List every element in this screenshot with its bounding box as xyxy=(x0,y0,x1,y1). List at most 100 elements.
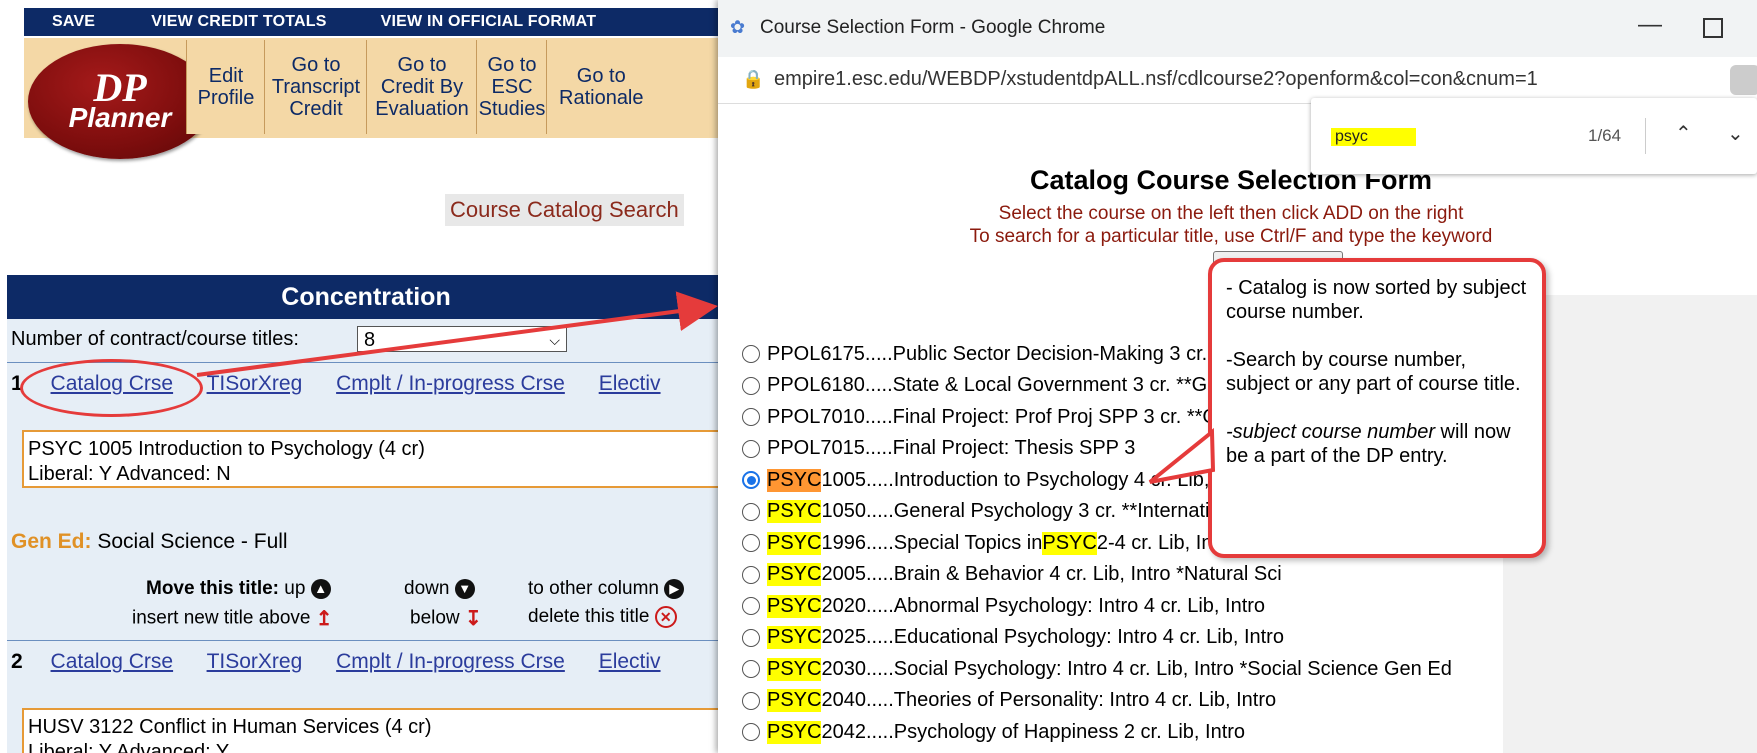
cmplt-in-progress-link[interactable]: Cmplt / In-progress Crse xyxy=(336,650,565,673)
instruction-1: Select the course on the left then click… xyxy=(998,203,1464,224)
radio-button[interactable] xyxy=(742,408,760,426)
course-option[interactable]: PSYC 2040.....Theories of Personality: I… xyxy=(742,686,1276,716)
course-subject: PSYC xyxy=(767,657,822,681)
course-option[interactable]: PSYC 2020.....Abnormal Psychology: Intro… xyxy=(742,591,1265,621)
find-count: 1/64 xyxy=(1588,126,1622,145)
callout-emphasis: -subject course number xyxy=(1226,421,1435,443)
course-entry-detail: Liberal: Y Advanced: N xyxy=(28,463,231,485)
gen-ed-value: Social Science - Full xyxy=(97,530,288,553)
course-entry-1[interactable]: PSYC 1005 Introduction to Psychology (4 … xyxy=(22,430,725,488)
move-other-column: to other column ▶ xyxy=(528,578,685,600)
course-subject: PSYC xyxy=(767,689,822,712)
delete-x-icon[interactable]: ✕ xyxy=(654,606,677,628)
course-catalog-search-link[interactable]: Course Catalog Search xyxy=(445,194,684,226)
radio-button[interactable] xyxy=(742,723,760,741)
maximize-icon[interactable] xyxy=(1703,18,1723,38)
divider xyxy=(7,640,725,641)
radio-button[interactable] xyxy=(742,502,760,521)
titles-count-select[interactable]: 8 ⌵ xyxy=(357,326,567,352)
course-entry-title: PSYC 1005 Introduction to Psychology (4 … xyxy=(28,438,425,460)
lock-icon: 🔒 xyxy=(742,69,765,89)
elective-link[interactable]: Electiv xyxy=(599,372,661,395)
title-row-2-links: 2 Catalog Crse TISorXreg Cmplt / In-prog… xyxy=(11,650,689,674)
insert-below-label: below xyxy=(410,607,460,629)
arrow-up-icon[interactable]: ▲ xyxy=(310,578,331,599)
course-option[interactable]: PPOL 6175.....Public Sector Decision-Mak… xyxy=(742,339,1273,369)
titles-count-label: Number of contract/course titles: xyxy=(11,328,299,350)
extension-icon[interactable] xyxy=(1730,65,1757,95)
radio-button[interactable] xyxy=(742,691,760,710)
course-title: 2040.....Theories of Personality: Intro … xyxy=(821,689,1277,711)
course-option[interactable]: PSYC 2042.....Psychology of Happiness 2 … xyxy=(742,717,1245,747)
view-credit-totals-link[interactable]: VIEW CREDIT TOTALS xyxy=(95,13,326,31)
view-official-format-link[interactable]: VIEW IN OFFICIAL FORMAT xyxy=(327,13,597,31)
gen-ed-line: Gen Ed: Social Science - Full xyxy=(11,530,288,554)
move-down: down ▼ xyxy=(404,578,475,600)
nav-edit-profile[interactable]: Edit Profile xyxy=(186,40,265,134)
course-title-match: PSYC xyxy=(1042,531,1097,555)
course-option[interactable]: PSYC 1050.....General Psychology 3 cr. *… xyxy=(742,497,1277,527)
logo-text-planner: Planner xyxy=(68,102,172,133)
url-text[interactable]: empire1.esc.edu/WEBDP/xstudentdpALL.nsf/… xyxy=(774,68,1538,91)
cmplt-in-progress-link[interactable]: Cmplt / In-progress Crse xyxy=(336,372,565,395)
chevron-down-icon: ⌵ xyxy=(549,332,560,348)
radio-button[interactable] xyxy=(742,471,760,489)
instruction-2: To search for a particular title, use Ct… xyxy=(969,226,1493,247)
nav-transcript-credit[interactable]: Go to Transcript Credit xyxy=(264,40,367,134)
nav-esc-studies[interactable]: Go to ESC Studies xyxy=(476,40,547,134)
tisorxreg-link[interactable]: TISorXreg xyxy=(207,372,303,395)
nav-credit-by-evaluation[interactable]: Go to Credit By Evaluation xyxy=(366,40,477,134)
course-option[interactable]: PPOL 6180.....State & Local Government 3… xyxy=(742,371,1275,401)
minimize-icon[interactable]: — xyxy=(1638,11,1662,39)
course-title: 2042.....Psychology of Happiness 2 cr. L… xyxy=(821,720,1246,743)
course-entry-2[interactable]: HUSV 3122 Conflict in Human Services (4 … xyxy=(22,708,725,753)
course-subject: PSYC xyxy=(767,500,822,523)
radio-button[interactable] xyxy=(742,376,760,395)
course-title: 6180.....State & Local Government 3 cr. … xyxy=(820,374,1276,396)
arrow-down-icon[interactable]: ▼ xyxy=(454,578,475,599)
radio-button[interactable] xyxy=(742,628,760,647)
move-title-label: Move this title: xyxy=(146,578,280,599)
tisorxreg-link[interactable]: TISorXreg xyxy=(207,650,303,673)
radio-button[interactable] xyxy=(742,597,760,615)
course-option[interactable]: PSYC 2005.....Brain & Behavior 4 cr. Lib… xyxy=(742,560,1282,590)
find-next-icon[interactable]: ⌄ xyxy=(1727,121,1744,146)
callout-text-2: -Search by course number, subject or any… xyxy=(1226,349,1521,395)
course-option[interactable]: PSYC 2030.....Social Psychology: Intro 4… xyxy=(742,654,1452,684)
radio-button[interactable] xyxy=(742,565,760,584)
dp-top-menu: SAVE VIEW CREDIT TOTALS VIEW IN OFFICIAL… xyxy=(24,8,725,36)
course-option[interactable]: PPOL 7015.....Final Project: Thesis SPP … xyxy=(742,434,1135,464)
course-title: 2020.....Abnormal Psychology: Intro 4 cr… xyxy=(821,594,1266,617)
arrow-right-icon[interactable]: ▶ xyxy=(664,578,685,599)
app-icon: ✿ xyxy=(730,17,746,37)
radio-button[interactable] xyxy=(742,534,760,552)
insert-below-icon[interactable]: ↧ xyxy=(465,606,482,631)
address-bar[interactable]: 🔒 empire1.esc.edu/WEBDP/xstudentdpALL.ns… xyxy=(718,57,1757,104)
radio-button[interactable] xyxy=(742,439,760,458)
window-titlebar: ✿ Course Selection Form - Google Chrome … xyxy=(718,0,1757,57)
course-title: 1005.....Introduction to Psychology 4 cr… xyxy=(821,468,1256,491)
course-option[interactable]: PSYC 2025.....Educational Psychology: In… xyxy=(742,623,1284,653)
course-subject: PPOL xyxy=(767,437,821,459)
course-option[interactable]: PPOL 7010.....Final Project: Prof Proj S… xyxy=(742,402,1225,432)
save-link[interactable]: SAVE xyxy=(24,13,95,31)
catalog-crse-highlight-oval xyxy=(20,359,203,417)
catalog-crse-link[interactable]: Catalog Crse xyxy=(51,650,174,673)
course-title: 7015.....Final Project: Thesis SPP 3 xyxy=(820,437,1136,459)
radio-button[interactable] xyxy=(742,345,760,363)
nav-rationale[interactable]: Go to Rationale xyxy=(546,40,725,134)
course-title: 1996.....Special Topics in xyxy=(821,531,1043,554)
gen-ed-label: Gen Ed: xyxy=(11,530,92,553)
course-option[interactable]: PSYC 1996.....Special Topics in PSYC 2-4… xyxy=(742,528,1236,558)
course-option[interactable]: PSYC 1005.....Introduction to Psychology… xyxy=(742,465,1255,495)
course-subject: PPOL xyxy=(767,405,821,428)
window-title: Course Selection Form - Google Chrome xyxy=(760,17,1106,38)
radio-button[interactable] xyxy=(742,660,760,678)
find-input[interactable]: psyc xyxy=(1331,128,1416,146)
elective-link[interactable]: Electiv xyxy=(599,650,661,673)
insert-above-icon[interactable]: ↥ xyxy=(316,606,333,631)
find-previous-icon[interactable]: ⌃ xyxy=(1675,121,1692,146)
course-subject: PSYC xyxy=(767,563,822,586)
row-number: 2 xyxy=(11,650,23,673)
move-up-label: up xyxy=(284,578,306,599)
